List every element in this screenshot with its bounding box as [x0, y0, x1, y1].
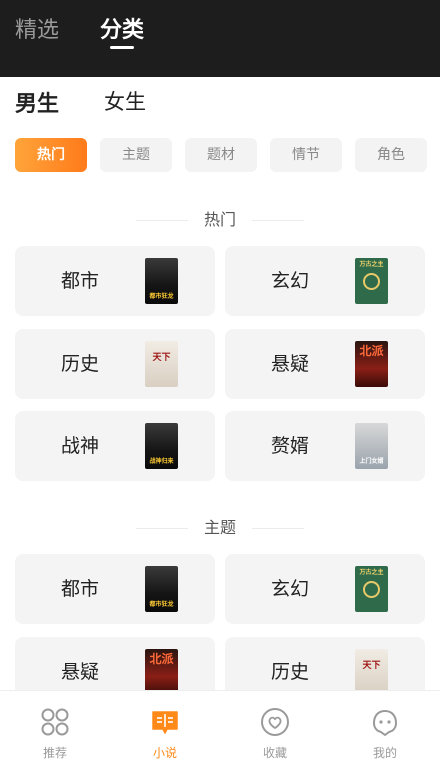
category-card-dushi[interactable]: 都市 都市狂龙	[15, 554, 215, 624]
section-title-text: 热门	[203, 210, 236, 229]
section-title-theme: 主题	[0, 518, 440, 538]
category-card-xuanhuan[interactable]: 玄幻 万古之主	[225, 246, 425, 316]
profile-icon	[373, 710, 397, 736]
top-bar: 精选 分类	[0, 0, 440, 77]
nav-label: 我的	[372, 746, 397, 760]
category-card-xuanyi[interactable]: 悬疑 北派	[225, 329, 425, 399]
category-label: 都市	[60, 270, 99, 292]
tab-category[interactable]: 分类	[100, 12, 144, 44]
nav-label: 小说	[152, 746, 177, 760]
filter-theme[interactable]: 主题	[100, 138, 172, 172]
book-cover: 天下	[145, 341, 178, 387]
book-cover: 万古之主	[355, 258, 388, 304]
category-card-dushi[interactable]: 都市 都市狂龙	[15, 246, 215, 316]
book-cover: 北派	[145, 649, 178, 695]
category-label: 历史	[60, 353, 99, 375]
book-cover: 天下	[355, 649, 388, 695]
nav-mine[interactable]: 我的	[330, 691, 440, 771]
category-card-lishi[interactable]: 历史 天下	[15, 329, 215, 399]
book-cover: 上门女婿	[355, 423, 388, 469]
nav-recommend[interactable]: 推荐	[0, 691, 110, 771]
gender-tab-female[interactable]: 女生	[104, 86, 146, 116]
bottom-nav: 推荐 小说 收藏 我的	[0, 690, 440, 770]
nav-favorites[interactable]: 收藏	[220, 691, 330, 771]
filter-bar: 热门 主题 题材 情节 角色	[15, 138, 427, 172]
section-title-hot: 热门	[0, 210, 440, 230]
book-cover: 战神归来	[145, 423, 178, 469]
filter-subject[interactable]: 题材	[185, 138, 257, 172]
tab-featured[interactable]: 精选	[15, 12, 59, 44]
active-tab-indicator	[110, 46, 134, 49]
book-cover: 都市狂龙	[145, 566, 178, 612]
grid-icon	[41, 708, 69, 736]
category-label: 都市	[60, 578, 99, 600]
section-title-text: 主题	[203, 518, 236, 537]
gender-tab-male[interactable]: 男生	[15, 86, 59, 118]
book-icon	[152, 711, 178, 734]
category-label: 战神	[60, 435, 99, 457]
book-cover: 北派	[355, 341, 388, 387]
filter-role[interactable]: 角色	[355, 138, 427, 172]
nav-label: 推荐	[42, 746, 67, 760]
category-label: 赘婿	[270, 435, 309, 457]
category-card-zhanshen[interactable]: 战神 战神归来	[15, 411, 215, 481]
category-label: 玄幻	[270, 578, 309, 600]
heart-icon	[261, 708, 289, 736]
nav-label: 收藏	[262, 746, 287, 760]
divider	[252, 220, 304, 221]
category-label: 悬疑	[270, 353, 309, 375]
category-card-xuanhuan[interactable]: 玄幻 万古之主	[225, 554, 425, 624]
divider	[252, 528, 304, 529]
book-cover: 都市狂龙	[145, 258, 178, 304]
category-card-zhuixu[interactable]: 赘婿 上门女婿	[225, 411, 425, 481]
category-label: 玄幻	[270, 270, 309, 292]
nav-novel[interactable]: 小说	[110, 691, 220, 771]
filter-plot[interactable]: 情节	[270, 138, 342, 172]
book-cover: 万古之主	[355, 566, 388, 612]
filter-hot[interactable]: 热门	[15, 138, 87, 172]
